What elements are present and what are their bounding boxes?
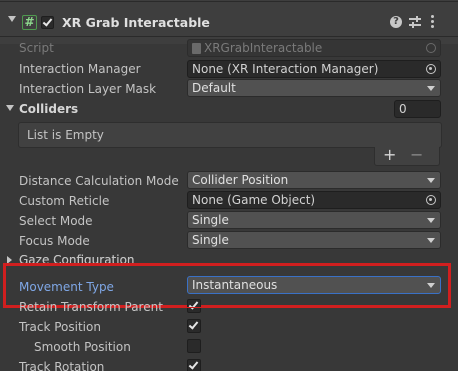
dropdown-arrow-icon: [427, 86, 435, 91]
movement-type-value-top: Instantaneous: [192, 278, 278, 292]
track-rotation-label: Track Rotation: [19, 360, 105, 371]
select-mode-label: Select Mode: [19, 214, 93, 228]
presets-line-1: [409, 18, 421, 20]
dot-1: [431, 15, 434, 18]
smooth-position-checkbox[interactable]: [187, 339, 201, 353]
dropdown-arrow-icon: [427, 283, 435, 288]
focus-mode-dropdown[interactable]: Single: [187, 231, 441, 249]
check-icon: [188, 319, 199, 330]
script-field: XRGrabInteractable: [187, 39, 441, 57]
object-picker-icon[interactable]: [426, 195, 436, 205]
colliders-list-box: List is Empty: [18, 122, 442, 148]
distance-calculation-mode-label: Distance Calculation Mode: [19, 174, 179, 188]
focus-mode-label: Focus Mode: [19, 234, 90, 248]
track-position-label: Track Position: [19, 320, 101, 334]
list-empty-text: List is Empty: [27, 128, 104, 142]
track-position-checkbox[interactable]: [187, 319, 201, 333]
interaction-layer-mask-value: Default: [192, 81, 236, 95]
presets-line-2: [409, 24, 421, 26]
script-target-icon: [426, 43, 436, 53]
smooth-position-label: Smooth Position: [34, 340, 131, 354]
interaction-layer-mask-label: Interaction Layer Mask: [19, 82, 157, 96]
custom-reticle-label: Custom Reticle: [19, 194, 110, 208]
interaction-manager-field[interactable]: None (XR Interaction Manager): [187, 60, 441, 78]
dot-2: [431, 20, 434, 23]
dot-3: [431, 25, 434, 28]
colliders-count-field[interactable]: 0: [394, 100, 441, 118]
presets-knob-1: [416, 16, 418, 22]
component-enabled-checkbox[interactable]: [41, 16, 54, 29]
script-file-icon: [192, 43, 201, 54]
header-divider: [0, 1, 458, 2]
script-hash-icon: #: [22, 15, 37, 30]
movement-type-label-top: Movement Type: [19, 280, 114, 294]
interaction-layer-mask-dropdown[interactable]: Default: [187, 79, 441, 97]
presets-knob-2: [412, 22, 414, 28]
select-mode-value: Single: [192, 213, 229, 227]
object-picker-icon[interactable]: [426, 64, 436, 74]
component-title: XR Grab Interactable: [62, 15, 210, 30]
movement-type-dropdown-top[interactable]: Instantaneous: [187, 276, 441, 294]
help-icon[interactable]: ?: [390, 16, 402, 28]
custom-reticle-value: None (Game Object): [192, 193, 316, 207]
check-icon: [188, 359, 199, 370]
add-element-button[interactable]: +: [383, 145, 396, 165]
remove-element-button[interactable]: −: [410, 145, 423, 165]
colliders-count: 0: [399, 102, 407, 116]
interaction-manager-value: None (XR Interaction Manager): [192, 62, 379, 76]
context-menu-icon[interactable]: [431, 15, 435, 29]
distance-calculation-mode-value: Collider Position: [192, 173, 289, 187]
script-value: XRGrabInteractable: [204, 41, 323, 55]
track-rotation-checkbox[interactable]: [187, 359, 201, 371]
interaction-manager-label: Interaction Manager: [19, 62, 141, 76]
header-divider-bottom: [0, 36, 458, 37]
foldout-arrow-icon[interactable]: [8, 16, 16, 22]
script-label: Script: [19, 41, 54, 55]
dropdown-arrow-icon: [427, 238, 435, 243]
dropdown-arrow-icon: [427, 218, 435, 223]
custom-reticle-field[interactable]: None (Game Object): [187, 191, 441, 209]
colliders-label: Colliders: [19, 102, 79, 116]
focus-mode-value: Single: [192, 233, 229, 247]
select-mode-dropdown[interactable]: Single: [187, 211, 441, 229]
check-icon: [42, 16, 53, 27]
distance-calculation-mode-dropdown[interactable]: Collider Position: [187, 171, 441, 189]
dropdown-arrow-icon: [427, 178, 435, 183]
presets-icon[interactable]: [409, 16, 421, 28]
colliders-foldout-arrow-icon[interactable]: [6, 105, 14, 111]
